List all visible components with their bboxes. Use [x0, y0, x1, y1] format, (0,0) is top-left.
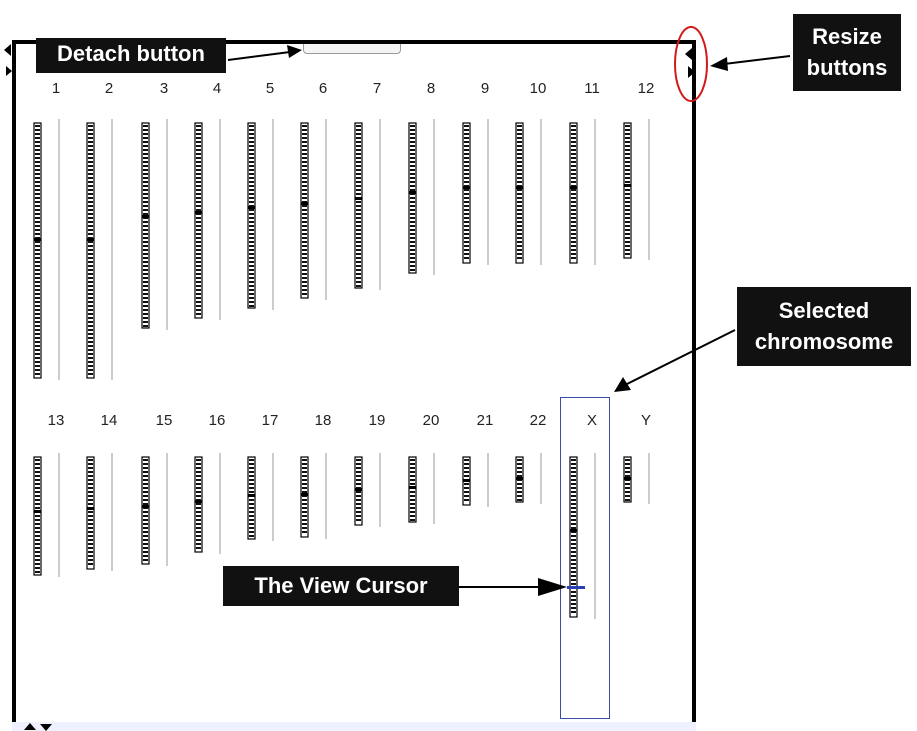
chromosome-18[interactable]	[300, 453, 327, 539]
chromosome-22[interactable]	[515, 453, 542, 504]
chromosome-5[interactable]	[247, 119, 274, 310]
chromosome-y[interactable]	[623, 453, 650, 504]
selected-callout-line1: Selected	[778, 298, 870, 323]
chromosome-7[interactable]	[354, 119, 381, 290]
resize-callout-line2: buttons	[806, 55, 888, 80]
chromosome-6[interactable]	[300, 119, 327, 300]
chromosome-20[interactable]	[408, 453, 435, 524]
chromosome-4[interactable]	[194, 119, 221, 320]
detach-callout-text: Detach button	[57, 41, 205, 66]
chromosome-19[interactable]	[354, 453, 381, 527]
selected-callout-line2: chromosome	[754, 329, 894, 354]
cursor-callout: The View Cursor	[223, 566, 459, 606]
chromosome-11[interactable]	[569, 119, 596, 265]
chromosome-16[interactable]	[194, 453, 221, 554]
chromosome-9[interactable]	[462, 119, 489, 265]
chromosome-12[interactable]	[623, 119, 650, 260]
chromosome-21[interactable]	[462, 453, 489, 507]
resize-callout: Resize buttons	[793, 14, 901, 91]
chromosome-3[interactable]	[141, 119, 168, 330]
chromosome-14[interactable]	[86, 453, 113, 571]
chromosome-17[interactable]	[247, 453, 274, 541]
chromosome-15[interactable]	[141, 453, 168, 566]
selected-chromosome-box[interactable]	[560, 397, 610, 719]
chromosome-13[interactable]	[33, 453, 60, 577]
detach-callout: Detach button	[36, 38, 226, 73]
cursor-callout-text: The View Cursor	[254, 573, 428, 598]
chromosome-10[interactable]	[515, 119, 542, 265]
chromosome-1[interactable]	[33, 119, 60, 380]
chromosome-2[interactable]	[86, 119, 113, 380]
chromosome-8[interactable]	[408, 119, 435, 275]
selected-callout: Selected chromosome	[737, 287, 911, 366]
view-cursor[interactable]	[567, 586, 585, 589]
resize-callout-line1: Resize	[812, 24, 882, 49]
